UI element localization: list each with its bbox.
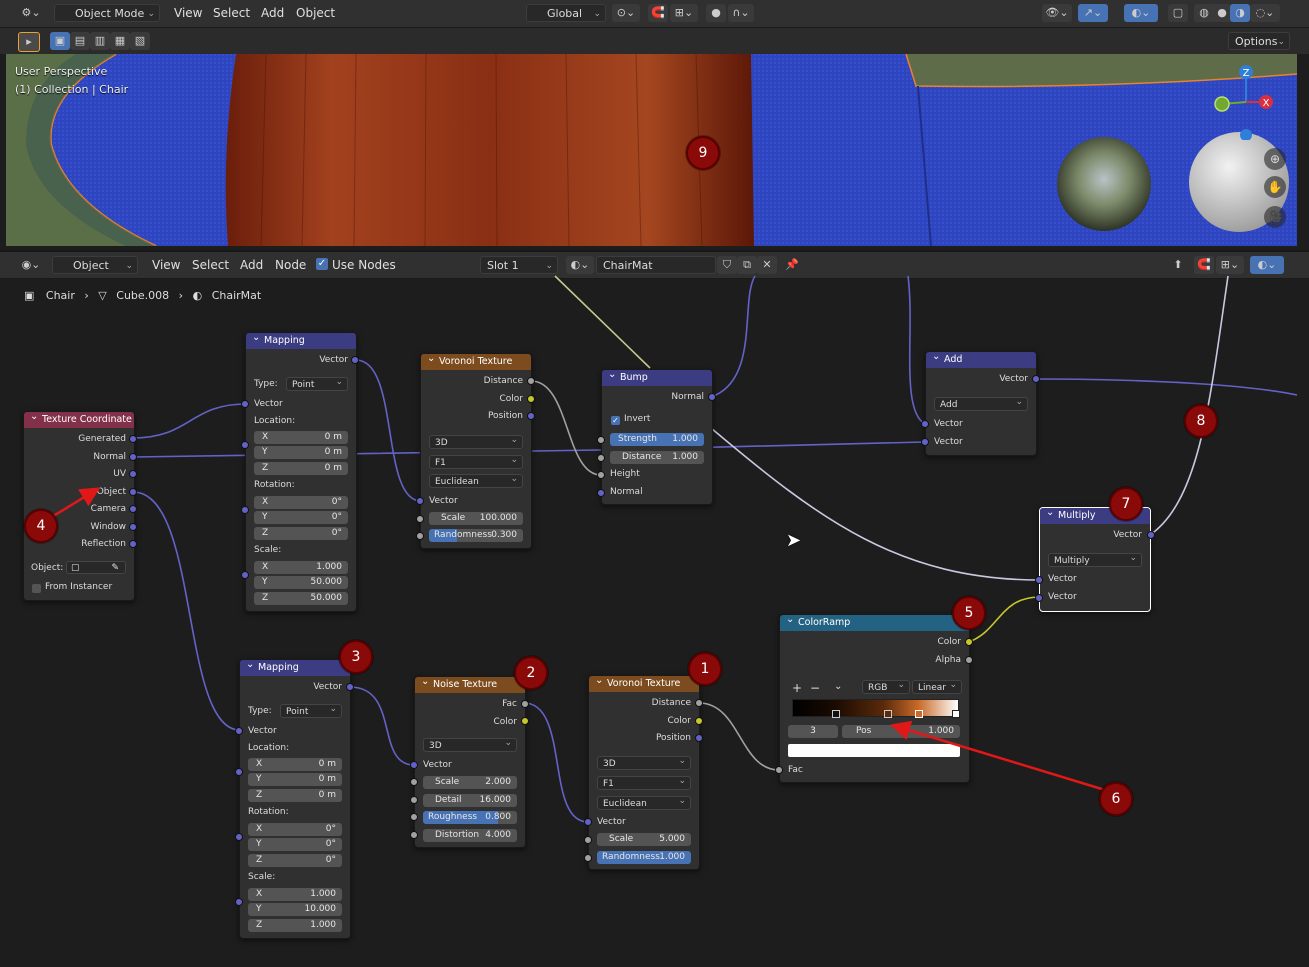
badge-8: 8 — [1184, 404, 1218, 438]
badge-5: 5 — [952, 596, 986, 630]
mouse-cursor-icon: ➤ — [786, 530, 802, 551]
annotation-arrows — [49, 487, 1106, 792]
badge-6: 6 — [1099, 782, 1133, 816]
badge-3: 3 — [339, 640, 373, 674]
badge-4: 4 — [24, 509, 58, 543]
arrow-to-object-output — [49, 487, 101, 520]
badge-2: 2 — [514, 656, 548, 690]
arrow-to-color-stop — [890, 720, 1106, 792]
badge-7: 7 — [1109, 487, 1143, 521]
badge-1: 1 — [688, 652, 722, 686]
badge-9: 9 — [686, 136, 720, 170]
